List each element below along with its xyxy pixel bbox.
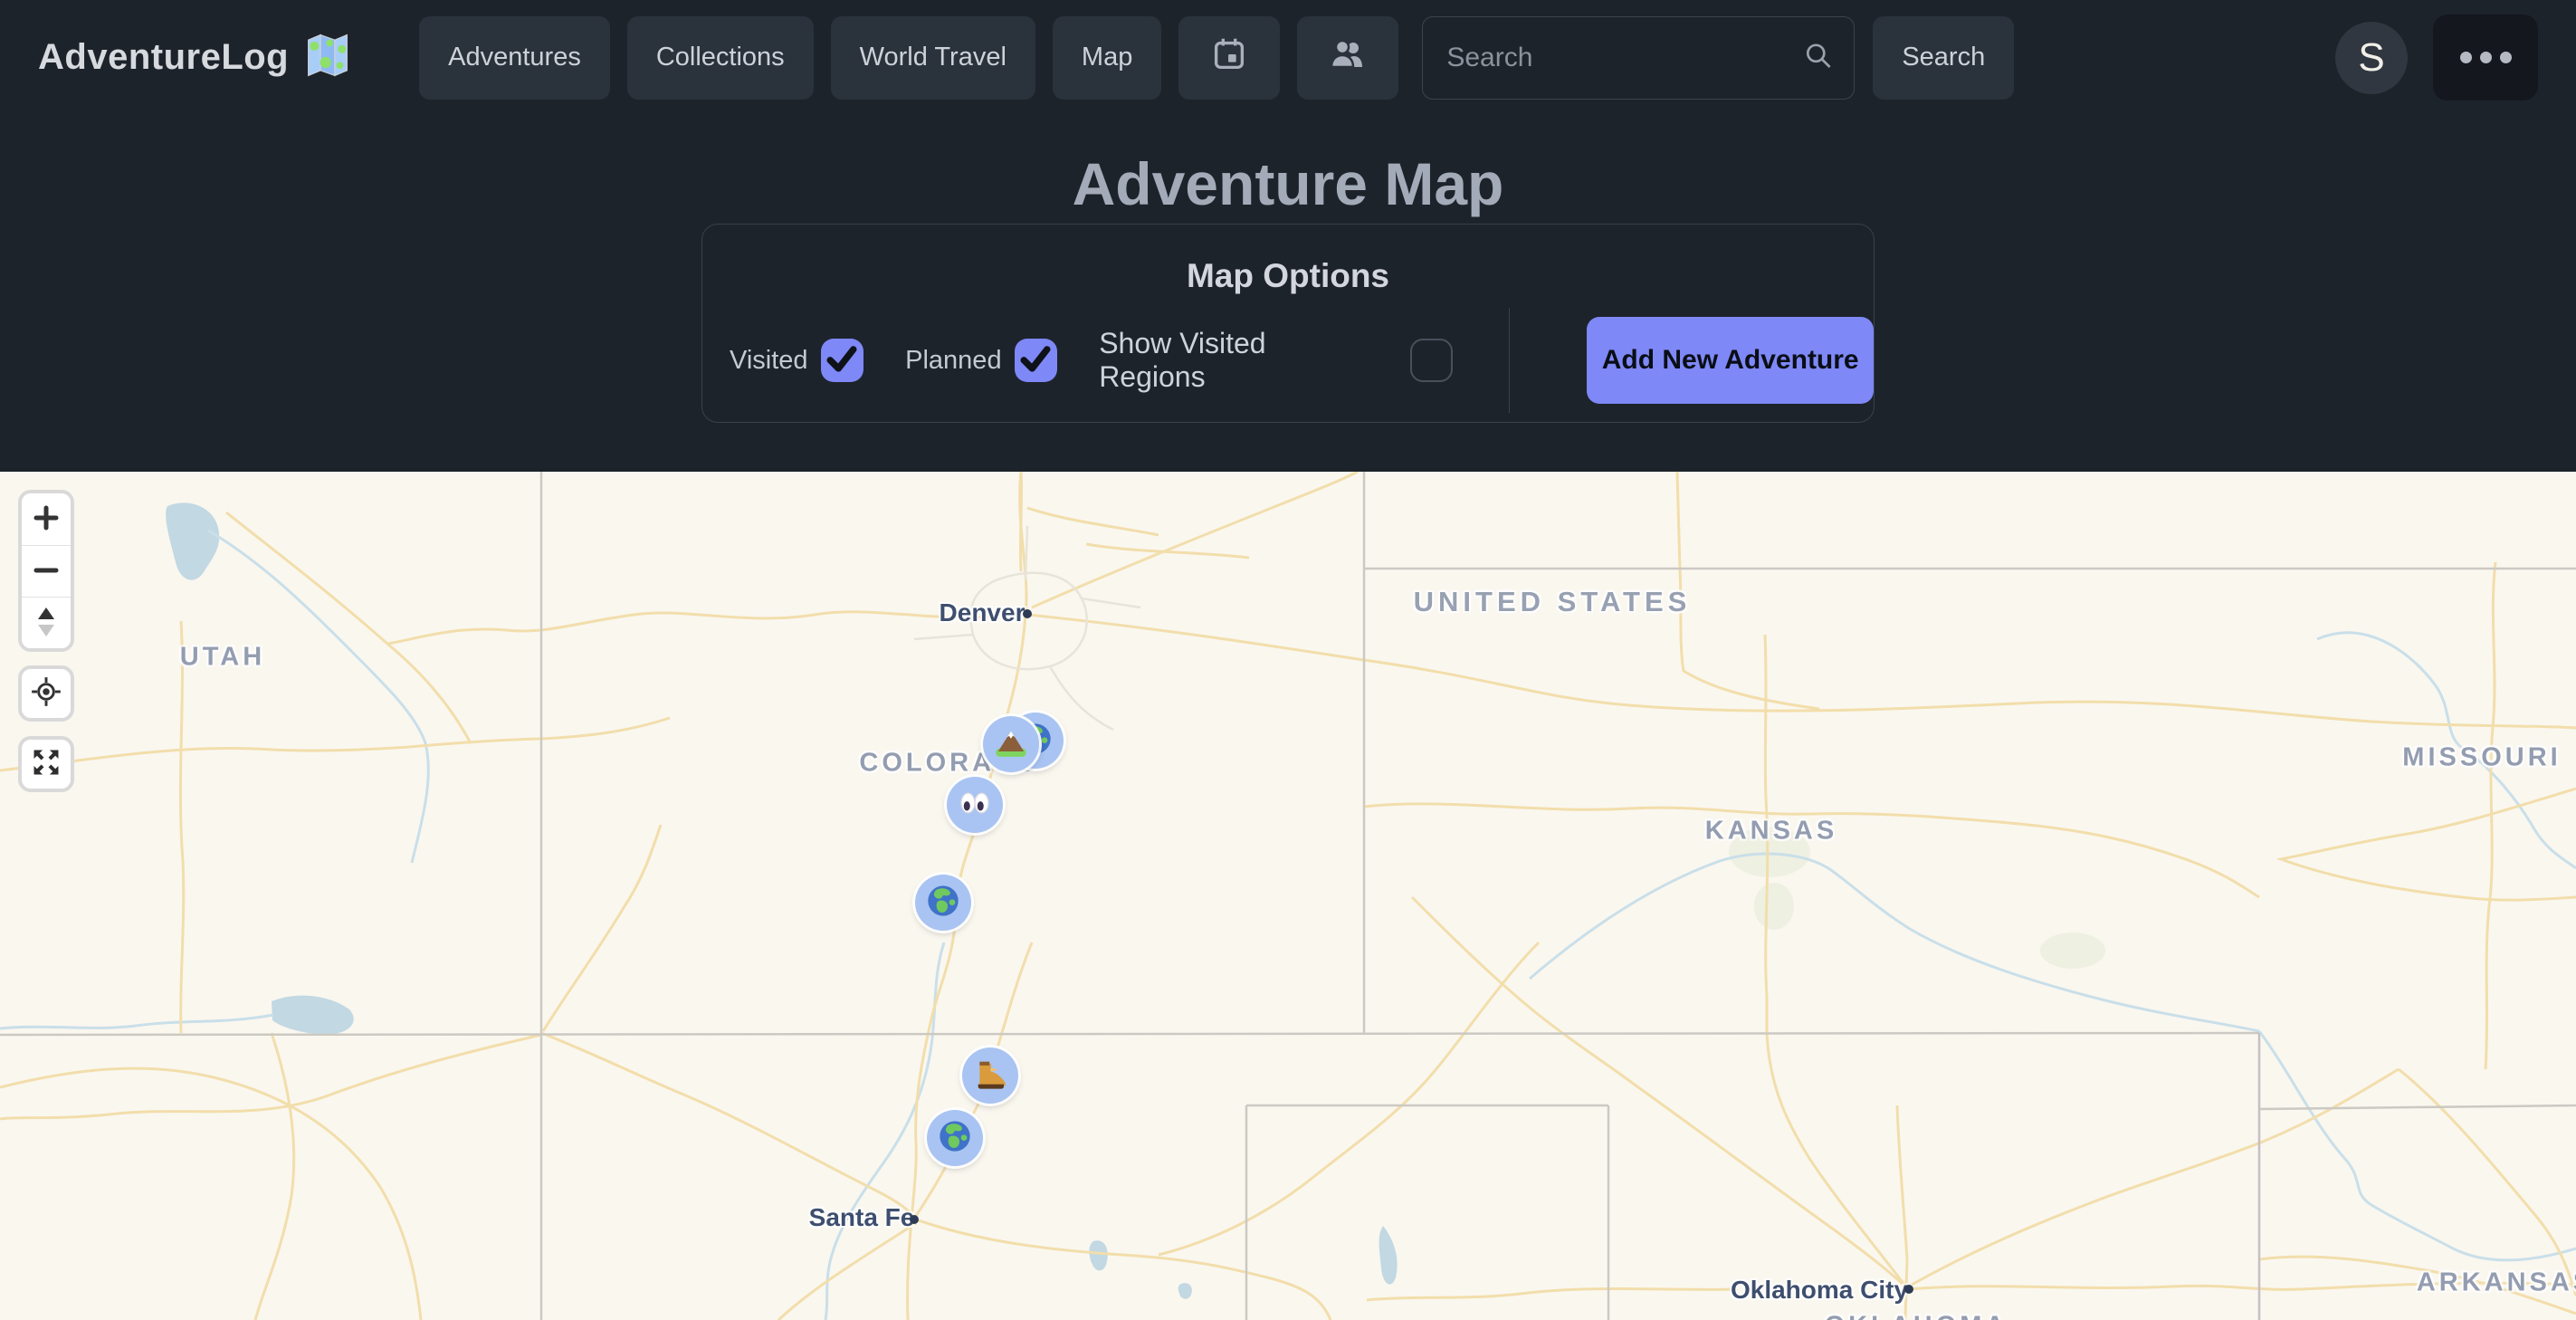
zoom-out-button[interactable] [22,545,71,597]
page-title: Adventure Map [0,149,2576,218]
map-marker[interactable] [927,1110,983,1166]
hero-section: Adventure Map Map Options Visited Planne… [0,115,2576,472]
search-button[interactable]: Search [1873,16,2014,100]
map-marker[interactable] [983,716,1039,772]
city-dot-santa-fe [910,1215,919,1224]
map-options-row: Visited Planned Show Visited Regions Add… [730,317,1874,404]
planned-label: Planned [905,346,1001,376]
city-roads [914,526,1140,730]
users-icon [1326,33,1369,83]
globe-icon [925,883,961,923]
more-menu-button[interactable] [2433,14,2538,100]
zoom-in-button[interactable] [22,493,71,545]
show-visited-regions-checkbox[interactable] [1410,339,1454,382]
country-label-united-states: UNITED STATES [1414,586,1692,618]
map-options-title: Map Options [702,257,1874,295]
ellipsis-icon [2460,52,2512,63]
boot-icon [972,1056,1008,1096]
visited-checkbox[interactable] [821,339,864,382]
search-input[interactable] [1422,16,1855,100]
plus-icon [31,502,62,536]
adventure-map[interactable]: UTAH COLORADO UNITED STATES KANSAS MISSO… [0,472,2576,1320]
show-visited-regions-label: Show Visited Regions [1099,327,1379,394]
fullscreen-icon [29,745,63,784]
city-dot-oklahoma-city [1904,1285,1913,1294]
nav-adventures[interactable]: Adventures [419,16,610,100]
city-dot-denver [1023,609,1032,618]
minus-icon [31,555,62,588]
map-options-card: Map Options Visited Planned Show Visited… [701,224,1875,423]
search-area [1422,16,1855,100]
map-marker[interactable] [915,875,971,931]
roads [0,472,2576,1320]
visited-label: Visited [730,346,808,376]
map-marker[interactable] [947,777,1003,833]
map-zoom-control [18,490,74,652]
state-label-arkansas: ARKANSAS [2417,1268,2576,1298]
eyes-icon [957,785,993,826]
city-label-denver: Denver [940,598,1026,627]
fullscreen-button[interactable] [18,736,74,792]
avatar[interactable]: S [2335,22,2408,94]
nav-map[interactable]: Map [1053,16,1161,100]
map-logo-icon [303,31,352,84]
top-navbar: AdventureLog Adventures Collections Worl… [0,0,2576,115]
geolocate-button[interactable] [18,665,74,722]
city-label-oklahoma-city: Oklahoma City [1731,1276,1908,1305]
nav-world-travel[interactable]: World Travel [831,16,1035,100]
state-label-oklahoma: OKLAHOMA [1825,1312,2008,1320]
nav-collections[interactable]: Collections [627,16,814,100]
check-icon [1016,339,1055,383]
brand[interactable]: AdventureLog [38,31,352,84]
add-new-adventure-button[interactable]: Add New Adventure [1587,317,1874,404]
pitch-arrows-icon [31,604,62,643]
state-label-missouri: MISSOURI [2402,743,2561,773]
state-borders [0,472,2576,1320]
urban-patches [1729,827,2105,969]
geolocate-icon [28,674,64,714]
calendar-icon [1208,33,1250,82]
check-icon [822,339,862,383]
brand-name: AdventureLog [38,37,289,78]
calendar-button[interactable] [1178,16,1280,100]
search-icon [1802,39,1835,76]
users-button[interactable] [1297,16,1398,100]
lake-shapes [166,502,1397,1298]
map-marker[interactable] [962,1047,1018,1104]
avatar-initial: S [2358,35,2384,81]
state-label-kansas: KANSAS [1705,817,1837,847]
mountain-icon [993,724,1029,765]
options-divider [1509,308,1510,413]
map-canvas[interactable] [0,472,2576,1320]
pitch-toggle-button[interactable] [22,597,71,648]
globe-icon [937,1118,973,1159]
city-label-santa-fe: Santa Fe [809,1203,915,1232]
state-label-utah: UTAH [180,643,265,673]
main-nav: Adventures Collections World Travel Map [419,16,1398,100]
planned-checkbox[interactable] [1015,339,1058,382]
